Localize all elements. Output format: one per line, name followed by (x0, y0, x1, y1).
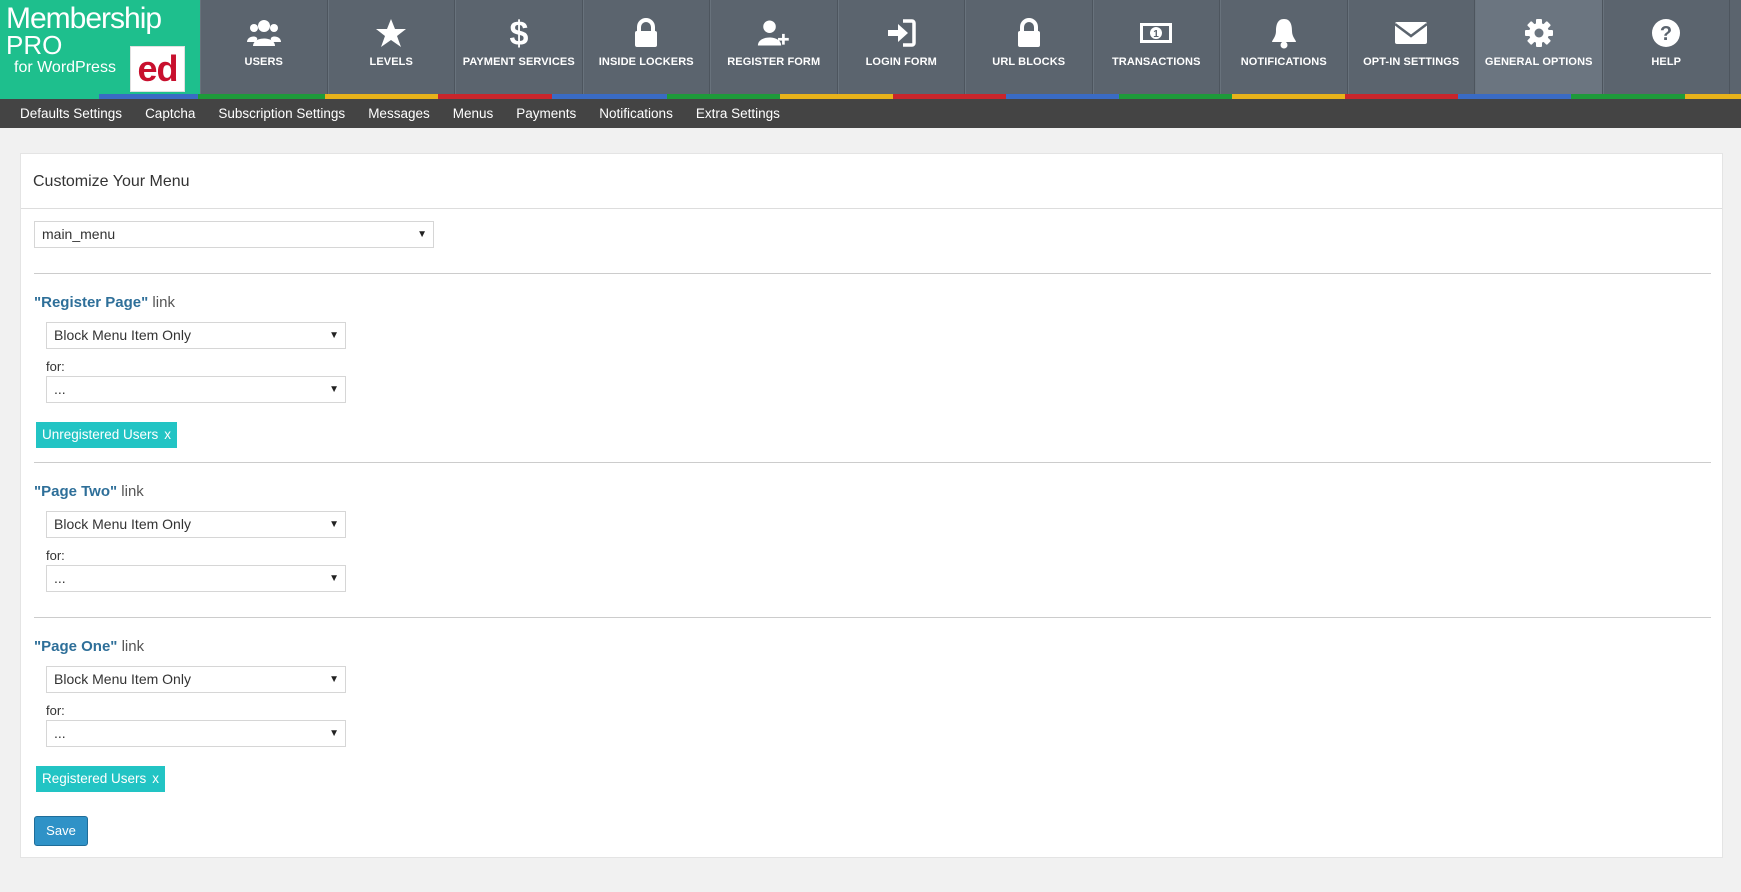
panel-title: Customize Your Menu (21, 154, 1722, 209)
save-button[interactable]: Save (34, 816, 88, 846)
chevron-down-icon: ▼ (329, 519, 339, 530)
menu-select-value: main_menu (42, 226, 116, 242)
tab-levels[interactable]: LEVELS (327, 0, 455, 99)
chevron-down-icon: ▼ (329, 384, 339, 395)
for-value: ... (54, 570, 66, 586)
tab-label: HELP (1651, 56, 1682, 68)
link-name: "Page One" (34, 638, 118, 655)
tab-payment-services[interactable]: $ PAYMENT SERVICES (455, 0, 583, 99)
tab-general-options[interactable]: GENERAL OPTIONS (1475, 0, 1603, 99)
page-one-for-select[interactable]: ... ▼ (46, 720, 346, 747)
page-two-mode-select[interactable]: Block Menu Item Only ▼ (46, 511, 346, 538)
users-icon (246, 16, 281, 50)
tab-users[interactable]: USERS (200, 0, 328, 99)
svg-text:$: $ (509, 16, 528, 50)
tab-label: NOTIFICATIONS (1240, 56, 1327, 68)
tab-label: LEVELS (369, 56, 413, 68)
logo-line-2: PRO (6, 30, 63, 60)
chevron-down-icon: ▼ (329, 573, 339, 584)
link-suffix: link (117, 483, 144, 500)
user-plus-icon (757, 16, 791, 50)
tab-label: LOGIN FORM (865, 56, 937, 68)
page-two-for-select[interactable]: ... ▼ (46, 565, 346, 592)
logo-badge: ed (130, 46, 185, 92)
customize-menu-panel: Customize Your Menu main_menu ▼ "Registe… (20, 153, 1723, 858)
divider (34, 273, 1711, 274)
registered-users-tag: Registered Users x (36, 766, 166, 792)
chevron-down-icon: ▼ (329, 728, 339, 739)
tab-label: PAYMENT SERVICES (462, 56, 575, 68)
for-value: ... (54, 381, 66, 397)
tab-label: OPT-IN SETTINGS (1363, 56, 1460, 68)
link-name: "Page Two" (34, 483, 118, 500)
lock-icon (629, 16, 663, 50)
for-label: for: (46, 359, 65, 374)
tab-label: TRANSACTIONS (1111, 56, 1201, 68)
question-icon: ? (1649, 16, 1683, 50)
sign-in-icon (884, 16, 918, 50)
bell-icon (1267, 16, 1301, 50)
envelope-icon (1394, 16, 1428, 50)
svg-text:?: ? (1660, 23, 1672, 45)
chevron-down-icon: ▼ (417, 229, 427, 240)
link-suffix: link (148, 294, 175, 311)
remove-tag-button[interactable]: x (152, 771, 159, 786)
for-value: ... (54, 725, 66, 741)
link-name: "Register Page" (34, 294, 149, 311)
tab-help[interactable]: ? HELP (1602, 0, 1730, 99)
gear-icon (1522, 16, 1556, 50)
divider (34, 462, 1711, 463)
top-navigation: Membership PRO for WordPress ed USERS LE… (0, 0, 1741, 99)
svg-text:1: 1 (1153, 29, 1159, 40)
subnav-notifications[interactable]: Notifications (599, 106, 673, 121)
tab-label: URL BLOCKS (992, 56, 1066, 68)
subnav-extra-settings[interactable]: Extra Settings (696, 106, 780, 121)
page-two-link-label: "Page Two" link (34, 483, 144, 500)
lock-icon (1012, 16, 1046, 50)
tab-notifications[interactable]: NOTIFICATIONS (1220, 0, 1348, 99)
tab-inside-lockers[interactable]: INSIDE LOCKERS (582, 0, 710, 99)
remove-tag-button[interactable]: x (164, 427, 171, 442)
tab-login-form[interactable]: LOGIN FORM (837, 0, 965, 99)
tab-transactions[interactable]: 1 TRANSACTIONS (1092, 0, 1220, 99)
star-icon (374, 16, 408, 50)
unregistered-users-tag: Unregistered Users x (36, 422, 178, 448)
divider (34, 617, 1711, 618)
register-page-link-label: "Register Page" link (34, 294, 175, 311)
tab-url-blocks[interactable]: URL BLOCKS (965, 0, 1093, 99)
page-one-link-label: "Page One" link (34, 638, 144, 655)
membership-pro-logo[interactable]: Membership PRO for WordPress ed (0, 0, 200, 99)
dollar-icon: $ (502, 16, 536, 50)
register-page-mode-select[interactable]: Block Menu Item Only ▼ (46, 322, 346, 349)
tag-label: Unregistered Users (42, 427, 159, 442)
menu-select[interactable]: main_menu ▼ (34, 221, 434, 248)
page-one-mode-select[interactable]: Block Menu Item Only ▼ (46, 666, 346, 693)
money-icon: 1 (1139, 16, 1173, 50)
tab-label: REGISTER FORM (727, 56, 821, 68)
logo-line-3: for WordPress (14, 59, 116, 76)
tab-label: USERS (244, 56, 283, 68)
tab-label: INSIDE LOCKERS (598, 56, 694, 68)
subnav-menus[interactable]: Menus (453, 106, 494, 121)
link-suffix: link (117, 638, 145, 655)
chevron-down-icon: ▼ (329, 674, 339, 685)
main-tabs: USERS LEVELS $ PAYMENT SERVICES INSIDE L… (200, 0, 1730, 99)
subnav-captcha[interactable]: Captcha (145, 106, 195, 121)
mode-value: Block Menu Item Only (54, 671, 191, 687)
subnav-defaults-settings[interactable]: Defaults Settings (20, 106, 122, 121)
tag-label: Registered Users (42, 771, 147, 786)
subnav-messages[interactable]: Messages (368, 106, 430, 121)
for-label: for: (46, 703, 65, 718)
mode-value: Block Menu Item Only (54, 516, 191, 532)
chevron-down-icon: ▼ (329, 330, 339, 341)
tab-opt-in-settings[interactable]: OPT-IN SETTINGS (1347, 0, 1475, 99)
tab-label: GENERAL OPTIONS (1484, 56, 1593, 68)
sub-navigation: Defaults Settings Captcha Subscription S… (0, 99, 1741, 128)
tab-register-form[interactable]: REGISTER FORM (710, 0, 838, 99)
register-page-for-select[interactable]: ... ▼ (46, 376, 346, 403)
subnav-payments[interactable]: Payments (516, 106, 576, 121)
mode-value: Block Menu Item Only (54, 327, 191, 343)
subnav-subscription-settings[interactable]: Subscription Settings (218, 106, 345, 121)
for-label: for: (46, 548, 65, 563)
